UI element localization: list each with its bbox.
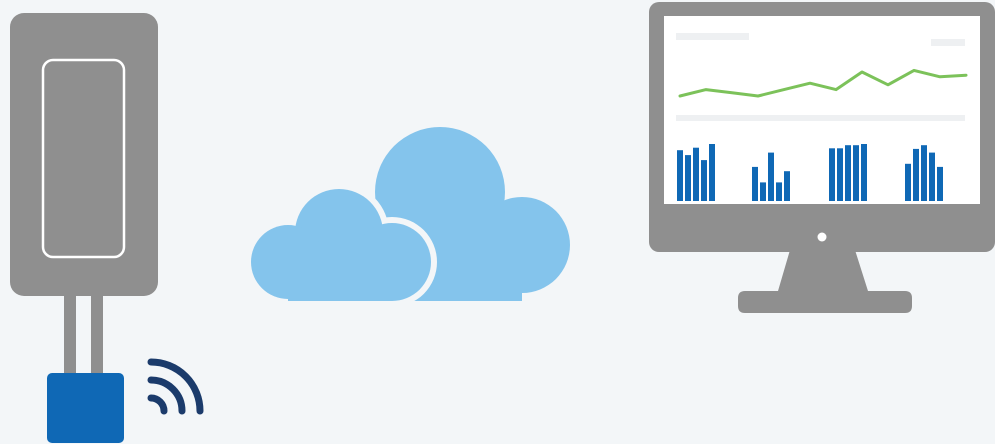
bar-group-4-bar-2	[913, 148, 919, 201]
bar-group-3-bar-5	[861, 144, 867, 201]
bar-group-1-bar-1	[677, 150, 683, 201]
bar-group-1-bar-2	[685, 155, 691, 201]
bar-group-2-bar-3	[768, 152, 774, 201]
bar-group-1-bar-4	[701, 160, 707, 201]
sensor-probe-icon	[47, 373, 124, 443]
bar-group-4-bar-4	[929, 152, 935, 201]
bar-group-3-bar-3	[845, 145, 851, 201]
bar-group-3-bar-1	[829, 148, 835, 201]
dashboard-divider-placeholder	[676, 115, 965, 121]
bar-group-2-bar-5	[784, 171, 790, 201]
bar-group-1-bar-3	[693, 147, 699, 201]
bar-group-4-bar-1	[905, 163, 911, 201]
dashboard-title-placeholder	[676, 33, 749, 40]
iot-cloud-diagram	[0, 0, 995, 444]
bar-group-4-bar-5	[937, 166, 943, 201]
bar-group-3-bar-4	[853, 145, 859, 201]
dashboard-menu-placeholder	[931, 39, 965, 46]
bar-group-1-bar-5	[709, 144, 715, 201]
bar-group-2-bar-4	[776, 182, 782, 201]
bar-group-3-bar-2	[837, 148, 843, 201]
gateway-body	[10, 13, 158, 296]
bar-group-2-bar-2	[760, 182, 766, 201]
bar-group-2-bar-1	[752, 166, 758, 201]
monitor-power-led	[817, 232, 827, 242]
bar-group-4-bar-3	[921, 145, 927, 201]
